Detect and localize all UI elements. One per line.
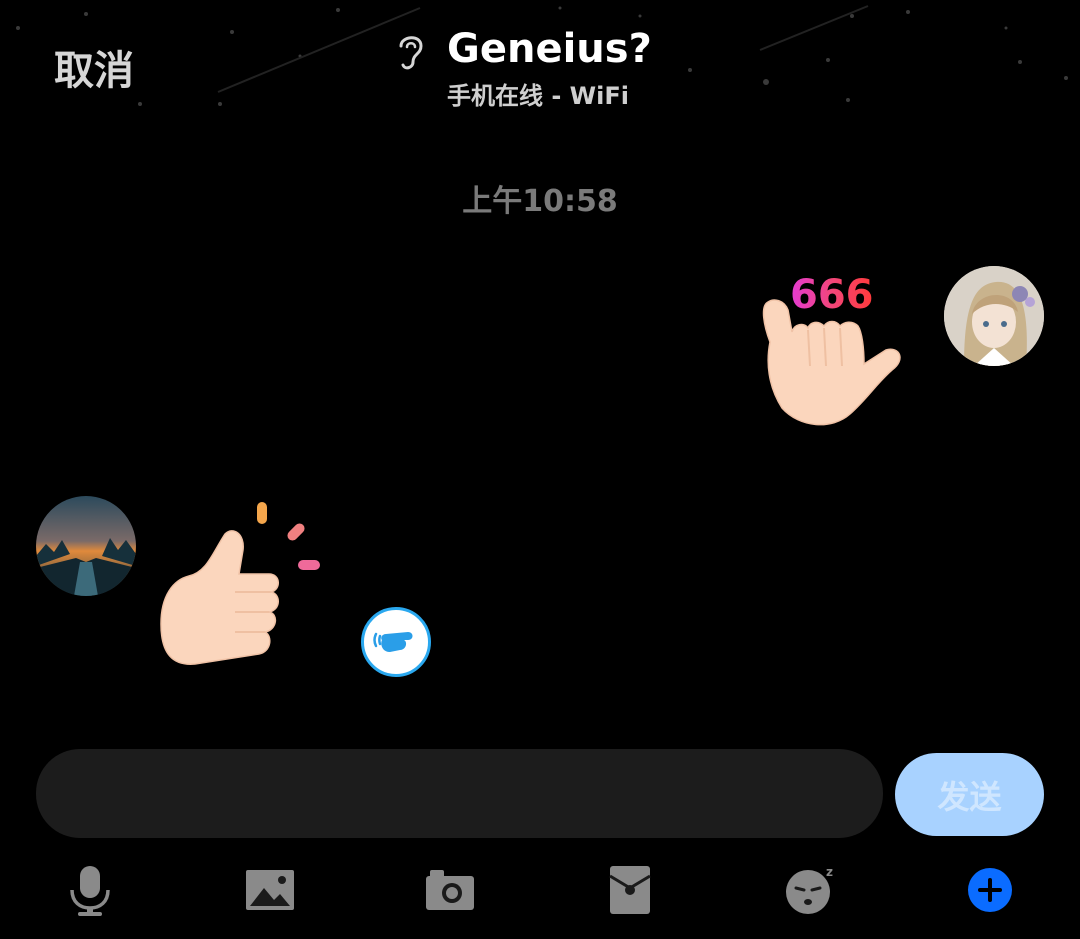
spark-line	[257, 502, 267, 524]
cancel-button[interactable]: 取消	[54, 38, 134, 96]
red-packet-icon[interactable]	[602, 862, 658, 918]
chat-header: Geneius? 手机在线 - WiFi	[395, 26, 695, 116]
contact-name[interactable]: Geneius?	[447, 26, 652, 72]
spark-line	[287, 523, 305, 541]
message-timestamp: 上午10:58	[462, 184, 618, 219]
send-button[interactable]: 发送	[895, 753, 1044, 836]
sticker-666-message[interactable]: 666	[758, 266, 908, 431]
poke-badge[interactable]	[361, 607, 431, 677]
my-avatar[interactable]	[944, 266, 1044, 366]
contact-status: 手机在线 - WiFi	[447, 82, 629, 110]
spark-line	[298, 560, 320, 570]
emoji-icon[interactable]: z	[782, 862, 838, 918]
chat-screen: 取消 Geneius? 手机在线 - WiFi 上午10:58 666 发送 z	[0, 0, 1080, 939]
svg-text:z: z	[826, 865, 833, 879]
thumbs-up-icon	[160, 530, 279, 665]
sticker-666-text: 666	[790, 272, 874, 318]
hang-loose-hand-icon	[762, 299, 901, 426]
pointing-hand-icon	[373, 632, 413, 652]
image-icon[interactable]	[242, 862, 298, 918]
ear-icon	[399, 36, 423, 70]
message-input[interactable]	[36, 749, 883, 838]
plus-icon[interactable]	[962, 862, 1018, 918]
microphone-icon[interactable]	[62, 862, 118, 918]
thumbs-up-sticker-message[interactable]	[155, 496, 325, 676]
contact-avatar[interactable]	[36, 496, 136, 596]
camera-icon[interactable]	[422, 862, 478, 918]
